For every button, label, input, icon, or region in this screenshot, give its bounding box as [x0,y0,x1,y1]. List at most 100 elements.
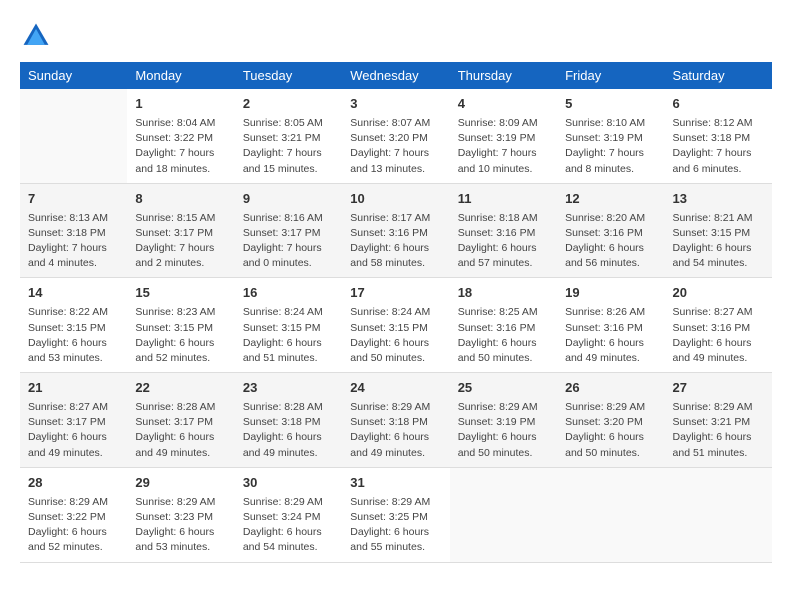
day-number: 5 [565,95,656,114]
day-info: Sunrise: 8:28 AM Sunset: 3:17 PM Dayligh… [135,400,226,461]
day-number: 14 [28,284,119,303]
day-number: 21 [28,379,119,398]
day-cell: 6 Sunrise: 8:12 AM Sunset: 3:18 PM Daylig… [665,89,772,183]
calendar-body: 1 Sunrise: 8:04 AM Sunset: 3:22 PM Daylig… [20,89,772,562]
day-info: Sunrise: 8:21 AM Sunset: 3:15 PM Dayligh… [673,211,764,272]
day-number: 9 [243,190,334,209]
day-cell: 12Sunrise: 8:20 AM Sunset: 3:16 PM Dayli… [557,183,664,278]
day-number: 19 [565,284,656,303]
day-info: Sunrise: 8:26 AM Sunset: 3:16 PM Dayligh… [565,305,656,366]
day-number: 25 [458,379,549,398]
day-info: Sunrise: 8:29 AM Sunset: 3:25 PM Dayligh… [350,495,441,556]
day-cell: 21 Sunrise: 8:27 AM Sunset: 3:17 PM Dayli… [20,373,127,468]
day-number: 1 [135,95,226,114]
calendar-table: SundayMondayTuesdayWednesdayThursdayFrid… [20,62,772,563]
day-cell: 24Sunrise: 8:29 AM Sunset: 3:18 PM Dayli… [342,373,449,468]
day-info: Sunrise: 8:18 AM Sunset: 3:16 PM Dayligh… [458,211,549,272]
day-cell: 28 Sunrise: 8:29 AM Sunset: 3:22 PM Dayli… [20,467,127,562]
day-number: 30 [243,474,334,493]
day-info: Sunrise: 8:24 AM Sunset: 3:15 PM Dayligh… [243,305,334,366]
header-cell-saturday: Saturday [665,62,772,89]
day-number: 2 [243,95,334,114]
day-info: Sunrise: 8:05 AM Sunset: 3:21 PM Dayligh… [243,116,334,177]
day-number: 10 [350,190,441,209]
day-cell: 10 Sunrise: 8:17 AM Sunset: 3:16 PM Dayli… [342,183,449,278]
day-info: Sunrise: 8:04 AM Sunset: 3:22 PM Dayligh… [135,116,226,177]
day-info: Sunrise: 8:29 AM Sunset: 3:20 PM Dayligh… [565,400,656,461]
day-number: 16 [243,284,334,303]
day-number: 15 [135,284,226,303]
page-header [20,20,772,52]
day-cell [665,467,772,562]
day-info: Sunrise: 8:17 AM Sunset: 3:16 PM Dayligh… [350,211,441,272]
day-info: Sunrise: 8:16 AM Sunset: 3:17 PM Dayligh… [243,211,334,272]
day-number: 29 [135,474,226,493]
day-cell: 8 Sunrise: 8:15 AM Sunset: 3:17 PM Daylig… [127,183,234,278]
header-cell-sunday: Sunday [20,62,127,89]
day-info: Sunrise: 8:24 AM Sunset: 3:15 PM Dayligh… [350,305,441,366]
day-info: Sunrise: 8:10 AM Sunset: 3:19 PM Dayligh… [565,116,656,177]
day-cell: 27Sunrise: 8:29 AM Sunset: 3:21 PM Dayli… [665,373,772,468]
day-number: 26 [565,379,656,398]
day-number: 4 [458,95,549,114]
header-cell-tuesday: Tuesday [235,62,342,89]
day-cell: 4Sunrise: 8:09 AM Sunset: 3:19 PM Daylig… [450,89,557,183]
day-info: Sunrise: 8:29 AM Sunset: 3:19 PM Dayligh… [458,400,549,461]
day-info: Sunrise: 8:13 AM Sunset: 3:18 PM Dayligh… [28,211,119,272]
week-row-3: 14 Sunrise: 8:22 AM Sunset: 3:15 PM Dayli… [20,278,772,373]
day-number: 13 [673,190,764,209]
day-number: 8 [135,190,226,209]
day-info: Sunrise: 8:15 AM Sunset: 3:17 PM Dayligh… [135,211,226,272]
day-cell: 16 Sunrise: 8:24 AM Sunset: 3:15 PM Dayli… [235,278,342,373]
day-info: Sunrise: 8:23 AM Sunset: 3:15 PM Dayligh… [135,305,226,366]
day-info: Sunrise: 8:29 AM Sunset: 3:21 PM Dayligh… [673,400,764,461]
day-cell: 26 Sunrise: 8:29 AM Sunset: 3:20 PM Dayli… [557,373,664,468]
day-cell: 17 Sunrise: 8:24 AM Sunset: 3:15 PM Dayli… [342,278,449,373]
week-row-2: 7 Sunrise: 8:13 AM Sunset: 3:18 PM Daylig… [20,183,772,278]
day-number: 22 [135,379,226,398]
day-number: 17 [350,284,441,303]
day-cell: 19 Sunrise: 8:26 AM Sunset: 3:16 PM Dayli… [557,278,664,373]
logo [20,20,58,52]
day-number: 18 [458,284,549,303]
day-cell: 25 Sunrise: 8:29 AM Sunset: 3:19 PM Dayli… [450,373,557,468]
day-number: 7 [28,190,119,209]
day-cell: 15 Sunrise: 8:23 AM Sunset: 3:15 PM Dayli… [127,278,234,373]
day-cell: 14 Sunrise: 8:22 AM Sunset: 3:15 PM Dayli… [20,278,127,373]
header-row: SundayMondayTuesdayWednesdayThursdayFrid… [20,62,772,89]
day-number: 31 [350,474,441,493]
day-info: Sunrise: 8:27 AM Sunset: 3:16 PM Dayligh… [673,305,764,366]
logo-icon [20,20,52,52]
day-cell: 31 Sunrise: 8:29 AM Sunset: 3:25 PM Dayli… [342,467,449,562]
day-cell: 23 Sunrise: 8:28 AM Sunset: 3:18 PM Dayli… [235,373,342,468]
day-number: 12 [565,190,656,209]
day-number: 28 [28,474,119,493]
day-info: Sunrise: 8:22 AM Sunset: 3:15 PM Dayligh… [28,305,119,366]
week-row-5: 28 Sunrise: 8:29 AM Sunset: 3:22 PM Dayli… [20,467,772,562]
day-info: Sunrise: 8:29 AM Sunset: 3:22 PM Dayligh… [28,495,119,556]
week-row-1: 1 Sunrise: 8:04 AM Sunset: 3:22 PM Daylig… [20,89,772,183]
day-number: 24 [350,379,441,398]
day-cell: 29Sunrise: 8:29 AM Sunset: 3:23 PM Dayli… [127,467,234,562]
day-cell: 22 Sunrise: 8:28 AM Sunset: 3:17 PM Dayli… [127,373,234,468]
day-info: Sunrise: 8:12 AM Sunset: 3:18 PM Dayligh… [673,116,764,177]
day-cell: 3Sunrise: 8:07 AM Sunset: 3:20 PM Daylig… [342,89,449,183]
day-cell [557,467,664,562]
day-cell: 9 Sunrise: 8:16 AM Sunset: 3:17 PM Daylig… [235,183,342,278]
day-cell: 20 Sunrise: 8:27 AM Sunset: 3:16 PM Dayli… [665,278,772,373]
day-number: 20 [673,284,764,303]
day-cell: 1 Sunrise: 8:04 AM Sunset: 3:22 PM Daylig… [127,89,234,183]
day-info: Sunrise: 8:27 AM Sunset: 3:17 PM Dayligh… [28,400,119,461]
header-cell-thursday: Thursday [450,62,557,89]
day-info: Sunrise: 8:25 AM Sunset: 3:16 PM Dayligh… [458,305,549,366]
day-cell [20,89,127,183]
day-cell [450,467,557,562]
day-info: Sunrise: 8:28 AM Sunset: 3:18 PM Dayligh… [243,400,334,461]
day-cell: 7 Sunrise: 8:13 AM Sunset: 3:18 PM Daylig… [20,183,127,278]
day-info: Sunrise: 8:29 AM Sunset: 3:24 PM Dayligh… [243,495,334,556]
day-number: 6 [673,95,764,114]
day-number: 11 [458,190,549,209]
week-row-4: 21 Sunrise: 8:27 AM Sunset: 3:17 PM Dayli… [20,373,772,468]
day-number: 23 [243,379,334,398]
header-cell-monday: Monday [127,62,234,89]
